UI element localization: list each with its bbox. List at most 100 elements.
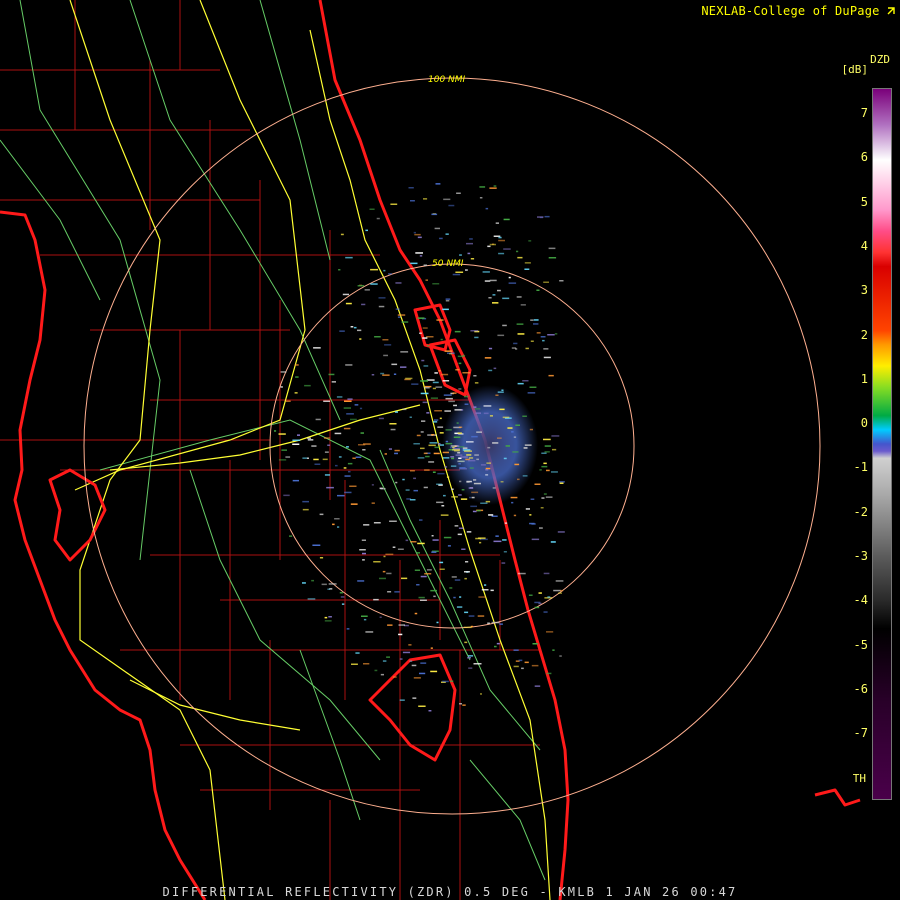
echo-speckle	[342, 293, 349, 296]
echo-speckle	[440, 514, 449, 516]
echo-speckle	[481, 589, 489, 591]
echo-speckle	[522, 415, 527, 417]
echo-speckle	[382, 660, 387, 662]
echo-speckle	[442, 308, 449, 311]
echo-speckle	[297, 434, 300, 436]
echo-speckle	[344, 475, 351, 477]
echo-speckle	[482, 271, 490, 273]
echo-speckle	[543, 462, 547, 465]
echo-speckle	[501, 562, 506, 564]
echo-speckle	[457, 432, 462, 434]
echo-speckle	[468, 615, 475, 617]
echo-speckle	[307, 437, 311, 439]
echo-speckle	[494, 645, 497, 648]
echo-speckle	[464, 641, 468, 644]
echo-speckle	[397, 314, 406, 316]
echo-speckle	[452, 392, 457, 394]
echo-speckle	[489, 187, 497, 189]
echo-speckle	[426, 412, 430, 414]
echo-speckle	[337, 526, 340, 528]
echo-speckle	[489, 279, 497, 282]
echo-speckle	[559, 655, 562, 657]
echo-speckle	[464, 577, 467, 580]
credit-label[interactable]: NEXLAB-College of DuPage	[701, 4, 896, 18]
echo-speckle	[413, 443, 420, 445]
echo-speckle	[473, 482, 481, 485]
echo-speckle	[384, 453, 387, 455]
echo-speckle	[340, 233, 344, 236]
echo-speckle	[391, 363, 398, 366]
echo-speckle	[531, 664, 539, 667]
echo-speckle	[281, 449, 287, 451]
echo-speckle	[551, 435, 560, 437]
echo-speckle	[456, 445, 460, 447]
echo-speckle	[401, 577, 408, 580]
echo-speckle	[468, 655, 474, 657]
echo-speckle	[459, 467, 466, 469]
echo-speckle	[517, 572, 526, 575]
echo-speckle	[373, 561, 381, 563]
echo-speckle	[438, 370, 441, 372]
echo-speckle	[424, 573, 432, 575]
echo-speckle	[498, 239, 505, 242]
echo-speckle	[392, 546, 396, 548]
echo-speckle	[431, 434, 435, 436]
echo-speckle	[530, 498, 535, 500]
echo-speckle	[417, 236, 422, 239]
echo-speckle	[383, 269, 386, 272]
echo-speckle	[314, 463, 321, 465]
legend-unit: [dB]	[841, 63, 869, 76]
echo-speckle	[432, 387, 436, 390]
echo-speckle	[489, 243, 496, 246]
echo-speckle	[324, 474, 330, 476]
echo-speckle	[493, 185, 497, 187]
echo-speckle	[410, 541, 417, 543]
echo-speckle	[417, 317, 425, 319]
echo-speckle	[359, 407, 363, 410]
echo-speckle	[503, 457, 507, 460]
echo-speckle	[361, 303, 366, 306]
echo-speckle	[409, 416, 412, 418]
echo-speckle	[445, 298, 451, 300]
echo-speckle	[425, 455, 430, 458]
echo-speckle	[510, 496, 518, 499]
echo-speckle	[444, 350, 453, 352]
echo-speckle	[473, 479, 477, 481]
echo-speckle	[547, 596, 551, 598]
echo-speckle	[445, 429, 452, 431]
echo-speckle	[355, 456, 362, 458]
echo-speckle	[428, 710, 432, 712]
range-ring-50-label: 50 NMI	[432, 259, 464, 269]
echo-speckle	[402, 478, 405, 481]
legend-tick: -2	[853, 504, 868, 519]
echo-speckle	[420, 447, 425, 450]
echo-speckle	[493, 235, 501, 237]
echo-speckle	[302, 582, 306, 584]
echo-speckle	[441, 505, 445, 507]
echo-speckle	[461, 409, 464, 411]
echo-speckle	[383, 354, 388, 357]
echo-speckle	[307, 457, 309, 459]
echo-speckle	[516, 296, 522, 298]
echo-speckle	[429, 442, 438, 444]
echo-speckle	[338, 456, 342, 458]
echo-speckle	[443, 198, 451, 201]
echo-speckle	[294, 392, 298, 394]
echo-speckle	[493, 367, 497, 370]
echo-speckle	[311, 579, 314, 582]
echo-speckle	[278, 433, 286, 435]
echo-speckle	[361, 615, 368, 617]
echo-speckle	[534, 685, 541, 687]
echo-speckle	[459, 596, 462, 598]
echo-speckle	[382, 374, 390, 376]
echo-speckle	[466, 441, 474, 443]
echo-speckle	[450, 680, 454, 682]
echo-speckle	[557, 531, 565, 533]
echo-speckle	[430, 589, 437, 592]
echo-speckle	[434, 227, 440, 230]
echo-speckle	[502, 297, 510, 300]
echo-speckle	[431, 535, 434, 537]
echo-speckle	[539, 527, 543, 529]
echo-speckle	[443, 494, 446, 497]
echo-speckle	[283, 494, 290, 497]
